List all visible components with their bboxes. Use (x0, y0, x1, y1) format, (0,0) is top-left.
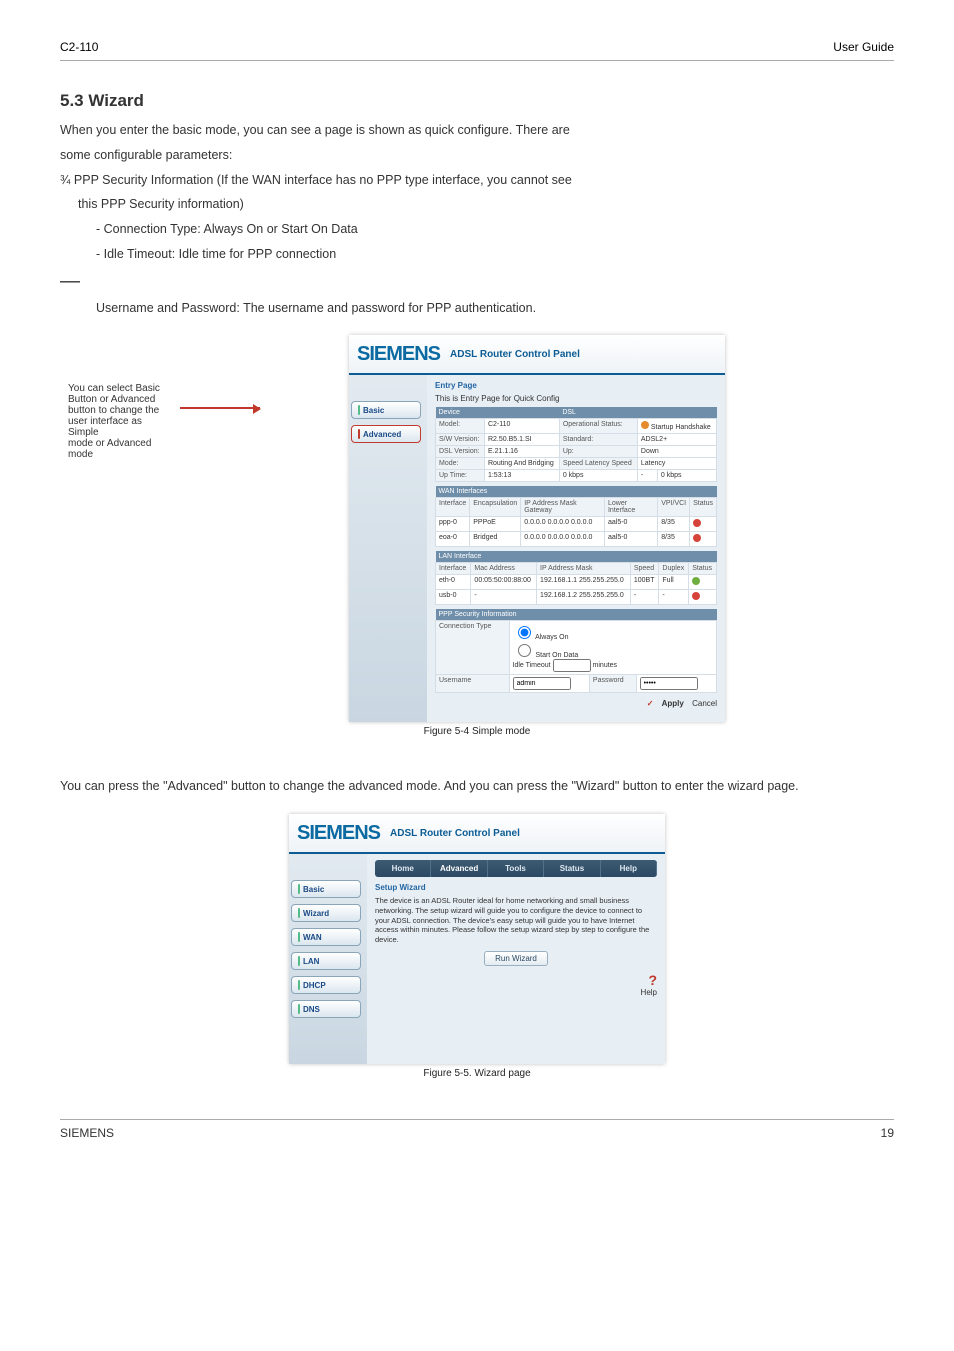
status-dot-icon (641, 421, 649, 429)
status-dot-icon (692, 592, 700, 600)
top-tab-bar: Home Advanced Tools Status Help (375, 860, 657, 877)
idle-timeout-input[interactable] (553, 659, 591, 672)
bullet-1b: this PPP Security information) (78, 195, 894, 214)
wizard-description: The device is an ADSL Router ideal for h… (375, 896, 657, 945)
lan-interface-table: LAN Interface InterfaceMac AddressIP Add… (435, 551, 717, 605)
paragraph-2: You can press the "Advanced" button to c… (60, 777, 894, 796)
em-dash: — (60, 270, 894, 293)
page-desc: This is Entry Page for Quick Config (435, 394, 717, 403)
tab-home[interactable]: Home (375, 860, 431, 877)
annotation-arrow-icon (180, 407, 260, 409)
section-title: 5.3 Wizard (60, 91, 894, 111)
footer-page: 19 (881, 1126, 894, 1140)
router-panel-wizard: SIEMENS ADSL Router Control Panel Basic … (289, 814, 665, 1064)
brand-logo: SIEMENS (297, 822, 380, 845)
bullet-1a: ¾ PPP Security Information (If the WAN i… (60, 171, 894, 190)
username-input[interactable] (513, 677, 571, 690)
intro-p2: some configurable parameters: (60, 146, 894, 165)
router-panel-simple: SIEMENS ADSL Router Control Panel Basic … (349, 335, 725, 722)
tab-tools[interactable]: Tools (488, 860, 544, 877)
apply-check-icon: ✓ (647, 699, 654, 708)
ppp-security-table: PPP Security Information Connection Type… (435, 609, 717, 693)
wizard-crumb: Setup Wizard (375, 883, 657, 892)
intro-p1: When you enter the basic mode, you can s… (60, 121, 894, 140)
breadcrumb: Entry Page (435, 381, 717, 390)
side-dhcp-button[interactable]: DHCP (291, 976, 361, 994)
bullet-2: - Connection Type: Always On or Start On… (96, 220, 894, 239)
status-dot-icon (693, 519, 701, 527)
doc-type: User Guide (833, 40, 894, 54)
brand-logo: SIEMENS (357, 343, 440, 366)
cancel-button[interactable]: Cancel (692, 699, 717, 708)
panel-subtitle: ADSL Router Control Panel (450, 349, 580, 360)
run-wizard-button[interactable]: Run Wizard (484, 951, 548, 966)
device-dsl-table: DeviceDSL Model:C2-110Operational Status… (435, 407, 717, 482)
side-wan-button[interactable]: WAN (291, 928, 361, 946)
side-advanced-button[interactable]: Advanced (351, 425, 421, 443)
status-dot-icon (692, 577, 700, 585)
side-dns-button[interactable]: DNS (291, 1000, 361, 1018)
figure-caption-2: Figure 5-5. Wizard page (60, 1068, 894, 1079)
panel-subtitle: ADSL Router Control Panel (390, 828, 520, 839)
side-basic-button[interactable]: Basic (351, 401, 421, 419)
annotation-callout: You can select Basic Button or Advanced … (60, 375, 180, 468)
apply-button[interactable]: Apply (662, 699, 684, 708)
tab-help[interactable]: Help (601, 860, 657, 877)
wan-interfaces-table: WAN Interfaces InterfaceEncapsulationIP … (435, 486, 717, 547)
status-dot-icon (693, 534, 701, 542)
side-basic-button[interactable]: Basic (291, 880, 361, 898)
header-rule (60, 60, 894, 61)
help-icon[interactable]: ?Help (375, 972, 657, 997)
tab-status[interactable]: Status (544, 860, 600, 877)
bullet-4: Username and Password: The username and … (96, 299, 894, 318)
always-on-radio[interactable]: Always On (513, 634, 569, 641)
password-input[interactable] (640, 677, 698, 690)
bullet-3: - Idle Timeout: Idle time for PPP connec… (96, 245, 894, 264)
side-wizard-button[interactable]: Wizard (291, 904, 361, 922)
tab-advanced[interactable]: Advanced (431, 860, 487, 877)
product-name: C2-110 (60, 40, 98, 54)
start-on-data-radio[interactable]: Start On Data (513, 652, 579, 659)
figure-caption-1: Figure 5-4 Simple mode (60, 726, 894, 737)
side-lan-button[interactable]: LAN (291, 952, 361, 970)
footer-brand: SIEMENS (60, 1126, 114, 1140)
